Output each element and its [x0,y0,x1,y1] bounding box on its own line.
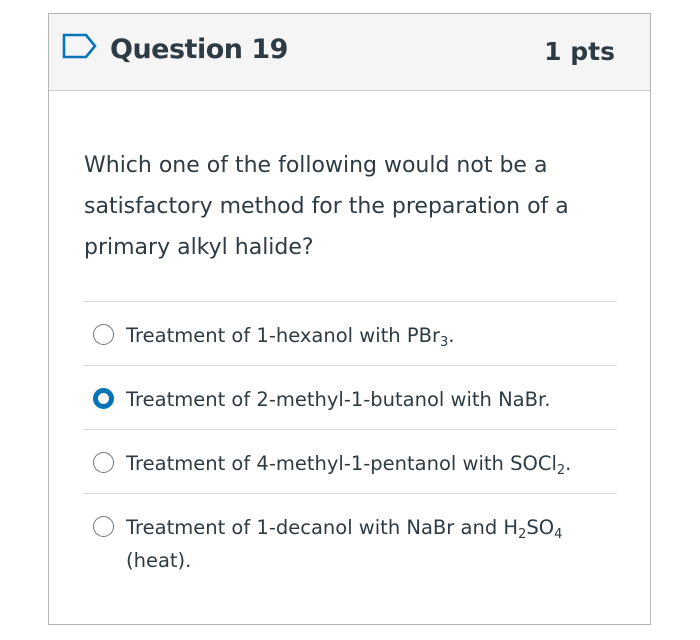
question-text: Which one of the following would not be … [84,153,569,260]
answer-option[interactable]: Treatment of 1-hexanol with PBr3. [83,301,617,365]
answer-label[interactable]: Treatment of 4-methyl-1-pentanol with SO… [126,447,571,480]
answer-label[interactable]: Treatment of 2-methyl-1-butanol with NaB… [126,383,550,416]
answer-option[interactable]: Treatment of 2-methyl-1-butanol with NaB… [83,365,617,429]
answer-label[interactable]: Treatment of 1-hexanol with PBr3. [126,319,454,352]
flag-icon[interactable] [62,33,98,59]
radio-button[interactable] [93,452,114,473]
question-points: 1 pts [544,37,615,66]
question-card: Question 19 1 pts Which one of the follo… [48,13,651,625]
question-header: Question 19 1 pts [49,14,650,91]
question-title: Question 19 [110,34,288,65]
answer-list: Treatment of 1-hexanol with PBr3. Treatm… [83,301,617,593]
radio-button[interactable] [93,516,114,537]
answer-label[interactable]: Treatment of 1-decanol with NaBr and H2S… [126,511,562,577]
answer-label-line2: (heat). [126,549,192,572]
answer-option[interactable]: Treatment of 1-decanol with NaBr and H2S… [83,493,617,593]
radio-button-selected[interactable] [93,388,114,409]
radio-button[interactable] [93,324,114,345]
answer-option[interactable]: Treatment of 4-methyl-1-pentanol with SO… [83,429,617,493]
